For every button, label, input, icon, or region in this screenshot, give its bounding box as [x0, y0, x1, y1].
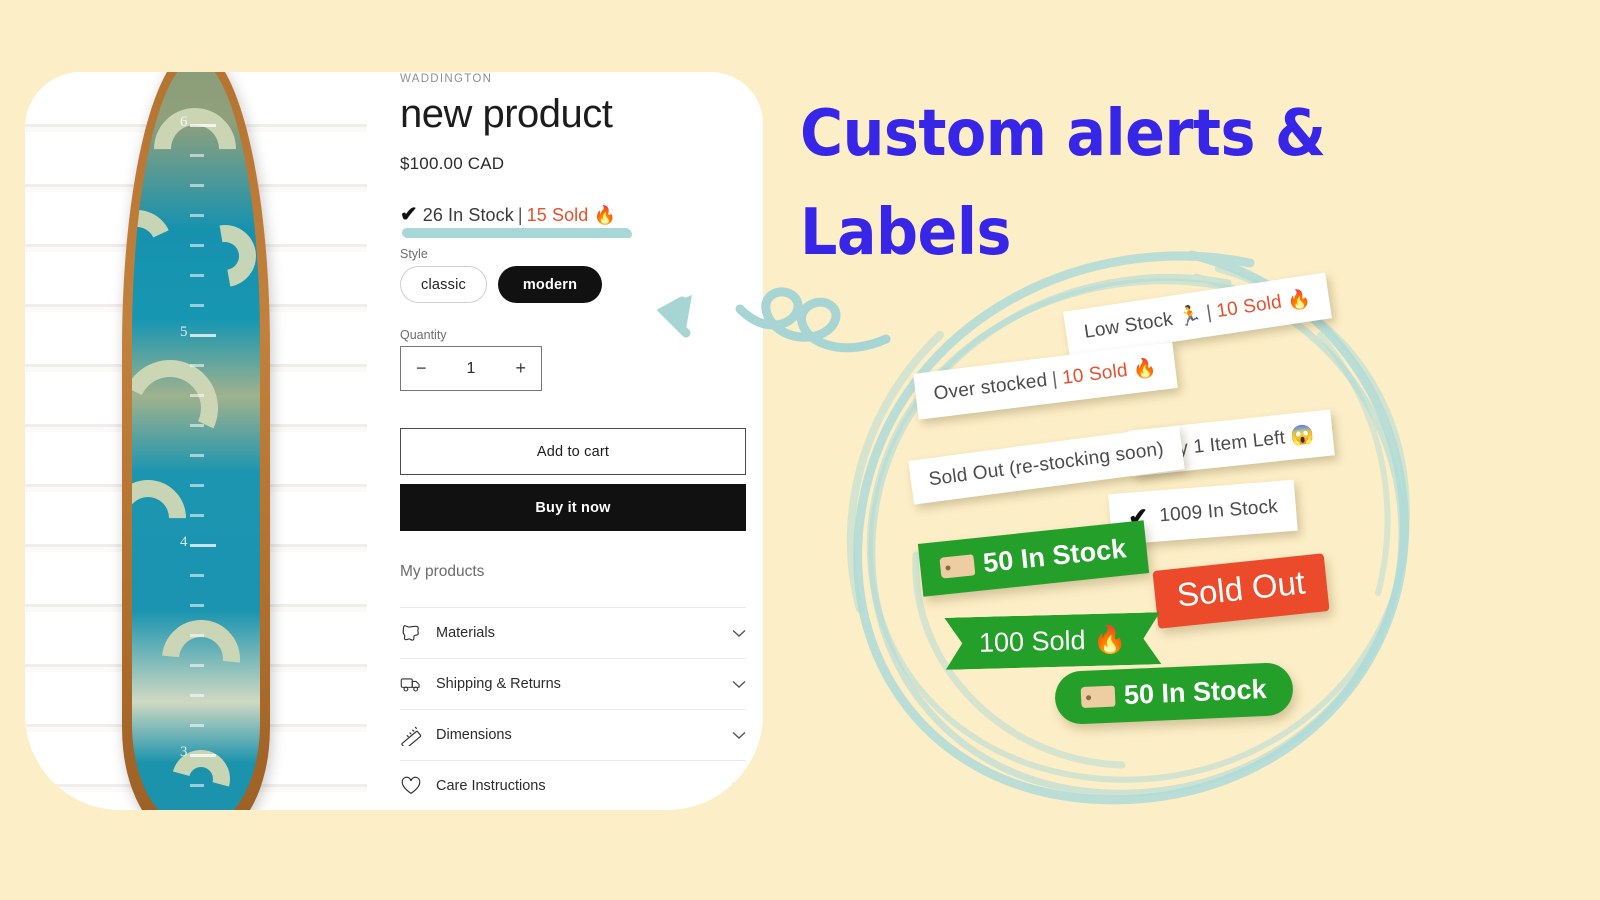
accordion-item-care-instructions[interactable]: Care Instructions: [400, 760, 746, 810]
stock-alert: ✔ 26 In Stock | 15 Sold 🔥: [400, 202, 616, 227]
stock-underline-highlight: [402, 228, 632, 238]
product-info: WADDINGTON new product $100.00 CAD ✔ 26 I…: [400, 72, 763, 810]
quantity-increase-button[interactable]: +: [515, 358, 526, 379]
style-option-classic[interactable]: classic: [400, 266, 487, 303]
accordion-label: Dimensions: [436, 727, 512, 743]
fire-icon: 🔥: [593, 205, 617, 225]
badge-separator: |: [1050, 368, 1059, 391]
badge-text: Low Stock 🏃: [1082, 304, 1204, 343]
sold-count-text: 15 Sold: [526, 205, 589, 225]
ruler-number: 4: [180, 534, 189, 550]
my-products-label: My products: [400, 563, 485, 580]
ruler-number: 5: [180, 324, 189, 340]
fire-icon: 🔥: [1131, 357, 1159, 382]
accordion-label: Materials: [436, 625, 495, 641]
vendor-name: WADDINGTON: [400, 73, 493, 85]
chevron-down-icon: [732, 680, 746, 688]
add-to-cart-button[interactable]: Add to cart: [400, 428, 746, 475]
product-card: 6 5 4 3 WADDINGTON new product $100.00 C…: [25, 72, 763, 810]
tag-icon: [939, 554, 976, 579]
accordion-label: Shipping & Returns: [436, 676, 561, 692]
style-option-modern[interactable]: modern: [498, 266, 602, 303]
style-label: Style: [400, 247, 428, 261]
label-badge-50-in-stock-pill: 50 In Stock: [1053, 661, 1294, 726]
accordion-list: Materials Shipping & Returns Dimensions: [400, 607, 746, 810]
accordion-item-materials[interactable]: Materials: [400, 607, 746, 658]
chevron-down-icon: [732, 629, 746, 637]
leather-icon: [402, 625, 419, 641]
product-image: 6 5 4 3: [25, 72, 367, 810]
quantity-label: Quantity: [400, 328, 447, 342]
heart-icon: [401, 776, 421, 795]
badge-text: 50 In Stock: [981, 533, 1128, 579]
fire-icon: 🔥: [1285, 288, 1313, 313]
buy-it-now-button[interactable]: Buy it now: [400, 484, 746, 531]
accordion-item-shipping-returns[interactable]: Shipping & Returns: [400, 658, 746, 709]
check-icon: ✔: [400, 203, 418, 226]
stock-separator: |: [517, 205, 523, 225]
badge-highlight: 10 Sold: [1061, 359, 1129, 389]
ruler-number: 6: [180, 114, 189, 130]
badge-text: Over stocked: [932, 369, 1049, 405]
truck-icon: [400, 678, 420, 692]
accordion-label: Care Instructions: [436, 778, 546, 794]
label-badge-100-sold: 100 Sold 🔥: [944, 612, 1161, 670]
quantity-stepper[interactable]: − 1 +: [400, 346, 542, 391]
badge-separator: |: [1205, 301, 1214, 324]
badge-text: 1009 In Stock: [1158, 495, 1279, 526]
heading-line-1: Custom alerts &: [800, 97, 1326, 171]
chevron-down-icon: [732, 731, 746, 739]
quantity-decrease-button[interactable]: −: [416, 358, 427, 379]
in-stock-text: 26 In Stock: [422, 205, 514, 225]
badge-text: Sold Out: [1175, 563, 1307, 614]
surfboard-graphic: 6 5 4 3: [122, 72, 270, 810]
badge-text: 50 In Stock: [1123, 673, 1268, 711]
ruler-number: 3: [180, 744, 189, 760]
page-title: new product: [400, 92, 613, 136]
product-price: $100.00 CAD: [400, 154, 505, 173]
chevron-down-icon: [732, 782, 746, 790]
quantity-value[interactable]: 1: [467, 360, 476, 378]
badge-highlight: 10 Sold: [1215, 291, 1284, 323]
accordion-item-dimensions[interactable]: Dimensions: [400, 709, 746, 760]
curly-arrow-decoration: [656, 287, 891, 353]
ruler-marks: 6 5 4 3: [180, 90, 230, 810]
ruler-icon: [401, 726, 422, 746]
tag-icon: [1080, 685, 1116, 709]
badge-text: 100 Sold 🔥: [978, 624, 1128, 658]
